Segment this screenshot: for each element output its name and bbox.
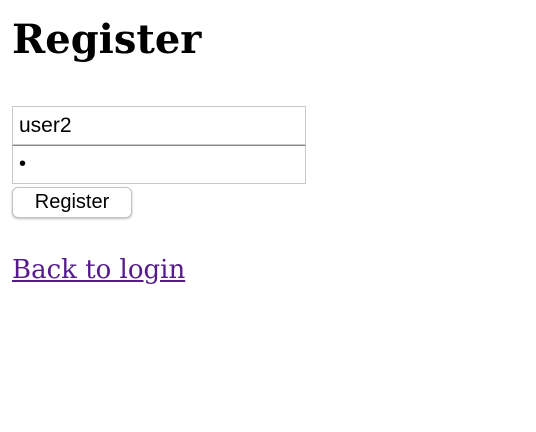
password-field[interactable] [12, 145, 306, 184]
username-field[interactable] [12, 106, 306, 145]
back-to-login-link[interactable]: Back to login [12, 250, 185, 290]
register-button[interactable]: Register [12, 187, 132, 218]
page-title: Register [12, 16, 202, 63]
register-form: Register [12, 106, 306, 218]
